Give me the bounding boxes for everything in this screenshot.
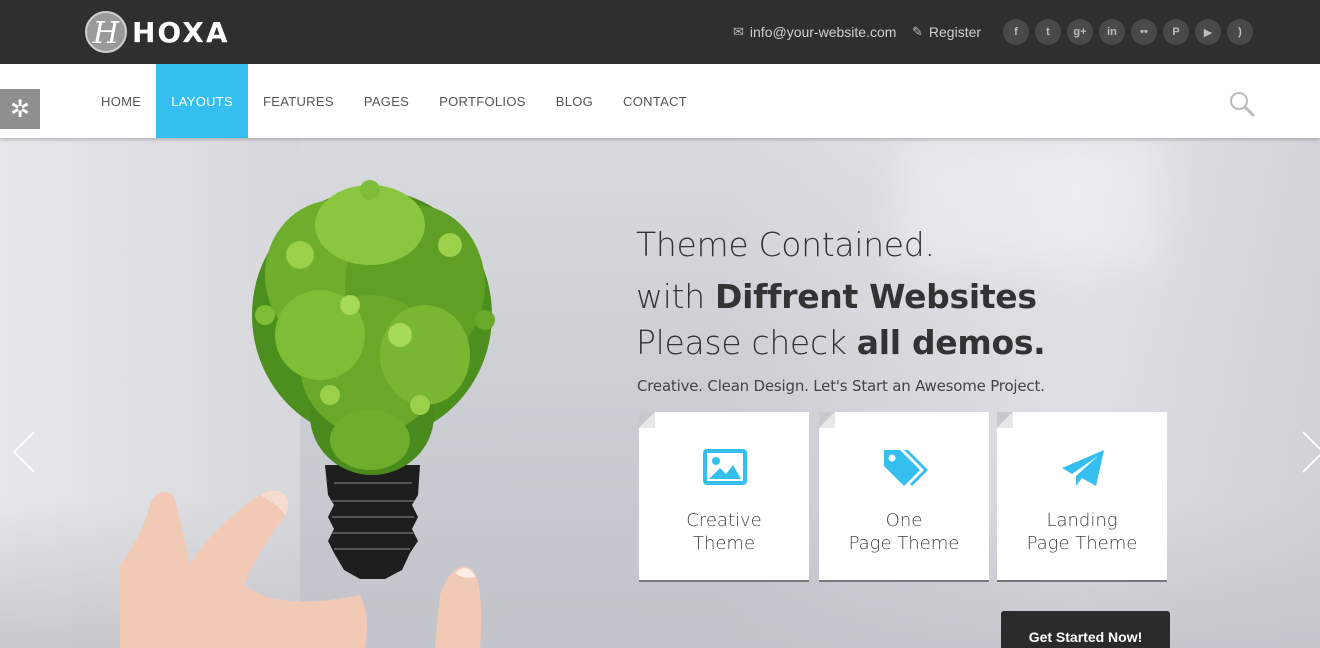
card-label: One Page Theme — [848, 510, 960, 554]
nav-features[interactable]: FEATURES — [248, 64, 349, 138]
nav-blog[interactable]: BLOG — [541, 64, 608, 138]
hero-subline: Creative. Clean Design. Let's Start an A… — [637, 377, 1045, 395]
nav-portfolios[interactable]: PORTFOLIOS — [424, 64, 541, 138]
logo[interactable]: H HOXA — [85, 11, 230, 53]
creative-theme-card[interactable]: Creative Theme — [639, 412, 809, 582]
edit-icon: ✎ — [912, 24, 923, 39]
envelope-icon: ✉ — [733, 24, 744, 39]
card-label: Creative Theme — [686, 510, 762, 554]
hero-headline-bold: Diffrent Websites — [715, 277, 1037, 316]
hero-bulb-hand-image — [120, 180, 495, 648]
hero-headline-bold: all demos. — [856, 323, 1046, 362]
search-icon[interactable] — [1229, 91, 1255, 117]
register-link[interactable]: ✎ Register — [912, 24, 981, 40]
tags-icon — [884, 450, 928, 486]
get-started-button[interactable]: Get Started Now! — [1001, 611, 1170, 648]
landing-page-theme-card[interactable]: Landing Page Theme — [997, 412, 1167, 582]
facebook-icon[interactable]: f — [1003, 19, 1029, 45]
pinterest-icon[interactable]: P — [1163, 19, 1189, 45]
email-text: info@your-website.com — [749, 24, 897, 40]
main-nav: HOME LAYOUTS FEATURES PAGES PORTFOLIOS B… — [86, 64, 702, 138]
card-label: Landing Page Theme — [1026, 510, 1138, 554]
top-bar: H HOXA ✉ info@your-website.com ✎ Registe… — [0, 0, 1320, 64]
slider-prev-arrow[interactable] — [12, 430, 36, 474]
hero-headline-line1: Theme Contained. — [636, 225, 935, 264]
email-link[interactable]: ✉ info@your-website.com — [733, 24, 896, 40]
logo-text: HOXA — [132, 15, 230, 49]
google-plus-icon[interactable]: g+ — [1067, 19, 1093, 45]
flickr-icon[interactable]: •• — [1131, 19, 1157, 45]
paper-plane-icon — [1062, 450, 1104, 486]
image-icon — [703, 449, 747, 485]
twitter-icon[interactable]: t — [1035, 19, 1061, 45]
youtube-icon[interactable]: ▶ — [1195, 19, 1221, 45]
social-links: f t g+ in •• P ▶ ) — [1003, 19, 1253, 45]
nav-contact[interactable]: CONTACT — [608, 64, 702, 138]
nav-pages[interactable]: PAGES — [349, 64, 424, 138]
slider-next-arrow[interactable] — [1301, 430, 1320, 474]
settings-gear-icon[interactable]: ✲ — [0, 89, 40, 129]
nav-layouts[interactable]: LAYOUTS — [156, 64, 249, 138]
main-navbar: ✲ HOME LAYOUTS FEATURES PAGES PORTFOLIOS… — [0, 64, 1320, 138]
register-text: Register — [928, 24, 982, 40]
one-page-theme-card[interactable]: One Page Theme — [819, 412, 989, 582]
hero-headline-line2: with Diffrent Websites — [636, 277, 1037, 316]
hero-headline-line3: Please check all demos. — [636, 323, 1046, 362]
linkedin-icon[interactable]: in — [1099, 19, 1125, 45]
rss-icon[interactable]: ) — [1227, 19, 1253, 45]
logo-badge: H — [85, 11, 127, 53]
nav-home[interactable]: HOME — [86, 64, 156, 138]
